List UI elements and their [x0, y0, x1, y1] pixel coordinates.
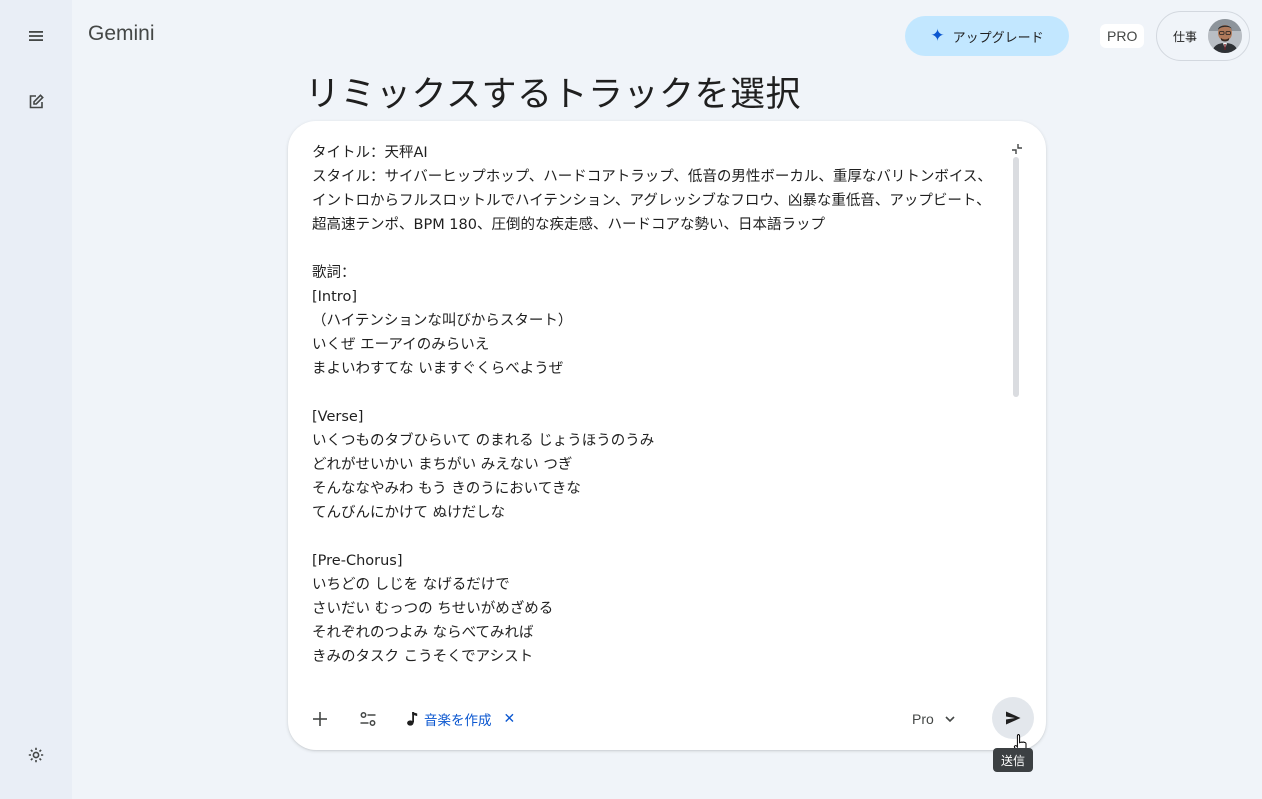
tools-icon: [360, 712, 376, 726]
upgrade-label: アップグレード: [952, 30, 1044, 46]
pro-badge: PRO: [1100, 24, 1145, 48]
page-heading: リミックスするトラックを選択: [305, 75, 801, 115]
menu-icon: [29, 31, 43, 41]
add-icon: [313, 712, 327, 726]
scrollbar-thumb[interactable]: [1013, 157, 1019, 397]
sparkle-icon: ✦: [930, 25, 945, 46]
chip-label: 音楽を作成: [424, 713, 492, 729]
settings-button[interactable]: [16, 735, 56, 775]
account-label: 仕事: [1173, 29, 1198, 44]
scrollbar[interactable]: [1012, 157, 1020, 681]
add-button[interactable]: [302, 701, 338, 737]
account-switcher[interactable]: 仕事: [1156, 11, 1250, 61]
new-chat-button[interactable]: [16, 82, 56, 122]
tools-button[interactable]: [350, 701, 386, 737]
side-rail: [0, 0, 72, 799]
close-icon[interactable]: ✕: [504, 711, 516, 727]
app-title: Gemini: [88, 22, 155, 45]
send-button[interactable]: [992, 697, 1034, 739]
model-selector[interactable]: Pro: [912, 705, 956, 733]
new-chat-icon: [29, 94, 44, 109]
chevron-down-icon: [945, 716, 955, 723]
model-label: Pro: [912, 711, 934, 727]
upgrade-button[interactable]: ✦ アップグレード: [905, 16, 1069, 56]
music-note-icon: [407, 712, 418, 726]
prompt-composer: タイトル：天秤AI スタイル：サイバーヒップホップ、ハードコアトラップ、低音の男…: [288, 121, 1046, 750]
settings-icon: [28, 747, 44, 763]
collapse-icon[interactable]: [1010, 141, 1024, 155]
avatar[interactable]: [1208, 19, 1242, 53]
send-icon: [1006, 711, 1021, 725]
menu-button[interactable]: [16, 16, 56, 56]
create-music-chip[interactable]: 音楽を作成 ✕: [406, 706, 515, 732]
send-tooltip: 送信: [993, 748, 1034, 772]
prompt-input[interactable]: タイトル：天秤AI スタイル：サイバーヒップホップ、ハードコアトラップ、低音の男…: [312, 141, 1002, 679]
